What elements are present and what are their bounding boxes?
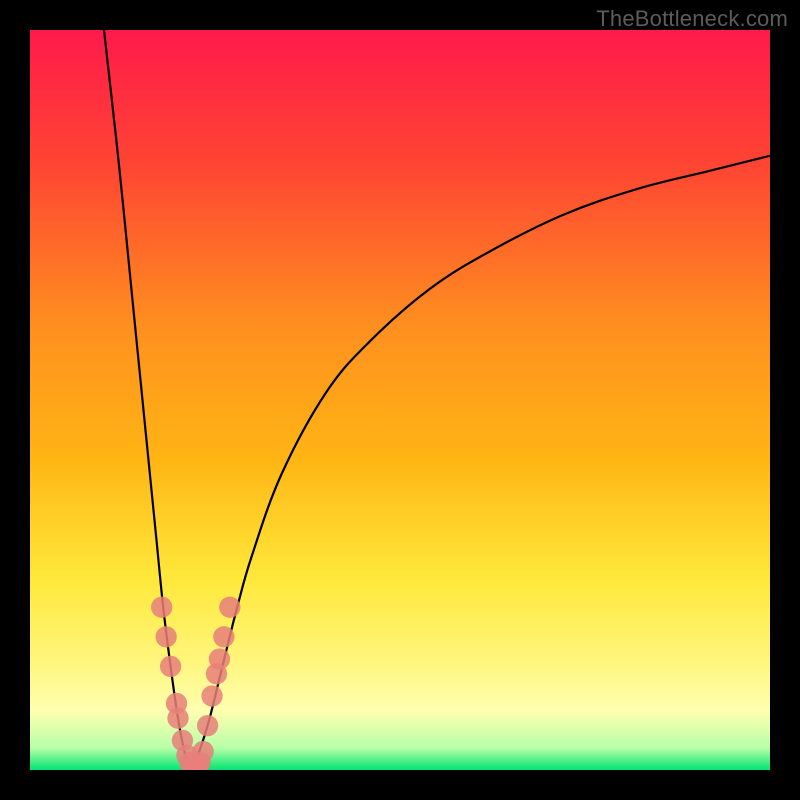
series-left-branch — [104, 30, 193, 770]
data-point — [151, 597, 172, 618]
chart-frame: TheBottleneck.com — [0, 0, 800, 800]
data-point — [213, 626, 234, 647]
data-point — [197, 715, 218, 736]
plot-area — [30, 30, 770, 770]
chart-canvas — [30, 30, 770, 770]
data-point — [160, 656, 181, 677]
data-point — [219, 597, 240, 618]
series-group — [104, 30, 770, 770]
data-point — [201, 685, 222, 706]
watermark-text: TheBottleneck.com — [596, 6, 788, 32]
data-point — [167, 708, 188, 729]
data-point — [209, 648, 230, 669]
series-right-branch — [193, 156, 770, 770]
data-point — [156, 626, 177, 647]
data-point — [193, 741, 214, 762]
